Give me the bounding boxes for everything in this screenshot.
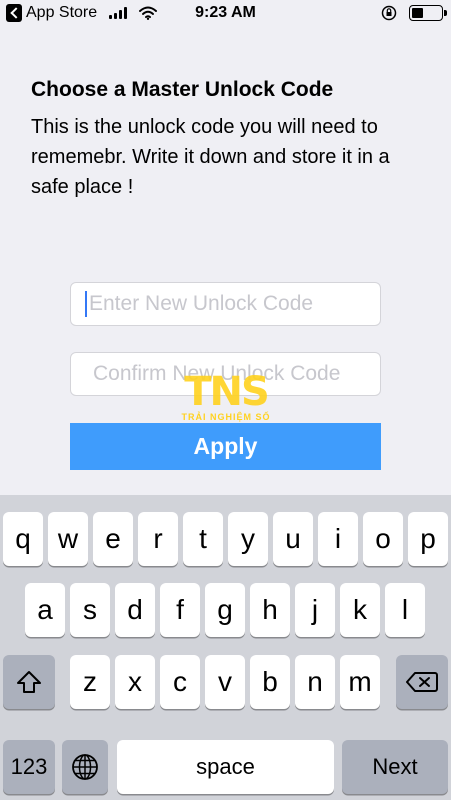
key-j[interactable]: j	[295, 583, 335, 637]
new-unlock-code-placeholder: Enter New Unlock Code	[89, 292, 314, 315]
delete-icon	[406, 672, 438, 692]
status-bar: App Store 9:23 AM	[0, 0, 451, 30]
apply-button[interactable]: Apply	[70, 423, 381, 470]
battery-fill	[412, 8, 424, 18]
key-h[interactable]: h	[250, 583, 290, 637]
key-u[interactable]: u	[273, 512, 313, 566]
key-d[interactable]: d	[115, 583, 155, 637]
key-e[interactable]: e	[93, 512, 133, 566]
keyboard: q w e r t y u i o p a s d f g h j k l z …	[0, 495, 451, 800]
key-y[interactable]: y	[228, 512, 268, 566]
key-s[interactable]: s	[70, 583, 110, 637]
new-unlock-code-input[interactable]: Enter New Unlock Code	[70, 282, 381, 326]
key-g[interactable]: g	[205, 583, 245, 637]
key-x[interactable]: x	[115, 655, 155, 709]
key-i[interactable]: i	[318, 512, 358, 566]
page-title: Choose a Master Unlock Code	[31, 78, 334, 101]
key-v[interactable]: v	[205, 655, 245, 709]
status-right	[381, 5, 447, 21]
globe-icon	[72, 754, 98, 780]
shift-icon	[17, 671, 41, 693]
text-caret	[85, 291, 87, 317]
numbers-key[interactable]: 123	[3, 740, 55, 794]
key-w[interactable]: w	[48, 512, 88, 566]
key-p[interactable]: p	[408, 512, 448, 566]
key-q[interactable]: q	[3, 512, 43, 566]
key-r[interactable]: r	[138, 512, 178, 566]
confirm-unlock-code-placeholder: Confirm New Unlock Code	[93, 362, 341, 385]
key-n[interactable]: n	[295, 655, 335, 709]
key-a[interactable]: a	[25, 583, 65, 637]
delete-key[interactable]	[396, 655, 448, 709]
page-description: This is the unlock code you will need to…	[31, 116, 390, 198]
shift-key[interactable]	[3, 655, 55, 709]
battery-icon	[409, 5, 447, 21]
confirm-unlock-code-input[interactable]: Confirm New Unlock Code	[70, 352, 381, 396]
next-key[interactable]: Next	[342, 740, 448, 794]
orientation-lock-icon	[381, 5, 397, 21]
globe-key[interactable]	[62, 740, 108, 794]
key-c[interactable]: c	[160, 655, 200, 709]
key-t[interactable]: t	[183, 512, 223, 566]
key-o[interactable]: o	[363, 512, 403, 566]
key-l[interactable]: l	[385, 583, 425, 637]
key-m[interactable]: m	[340, 655, 380, 709]
key-f[interactable]: f	[160, 583, 200, 637]
key-z[interactable]: z	[70, 655, 110, 709]
key-b[interactable]: b	[250, 655, 290, 709]
watermark-subtitle: TRẢI NGHIỆM SỐ	[181, 412, 271, 422]
space-key[interactable]: space	[117, 740, 334, 794]
key-k[interactable]: k	[340, 583, 380, 637]
